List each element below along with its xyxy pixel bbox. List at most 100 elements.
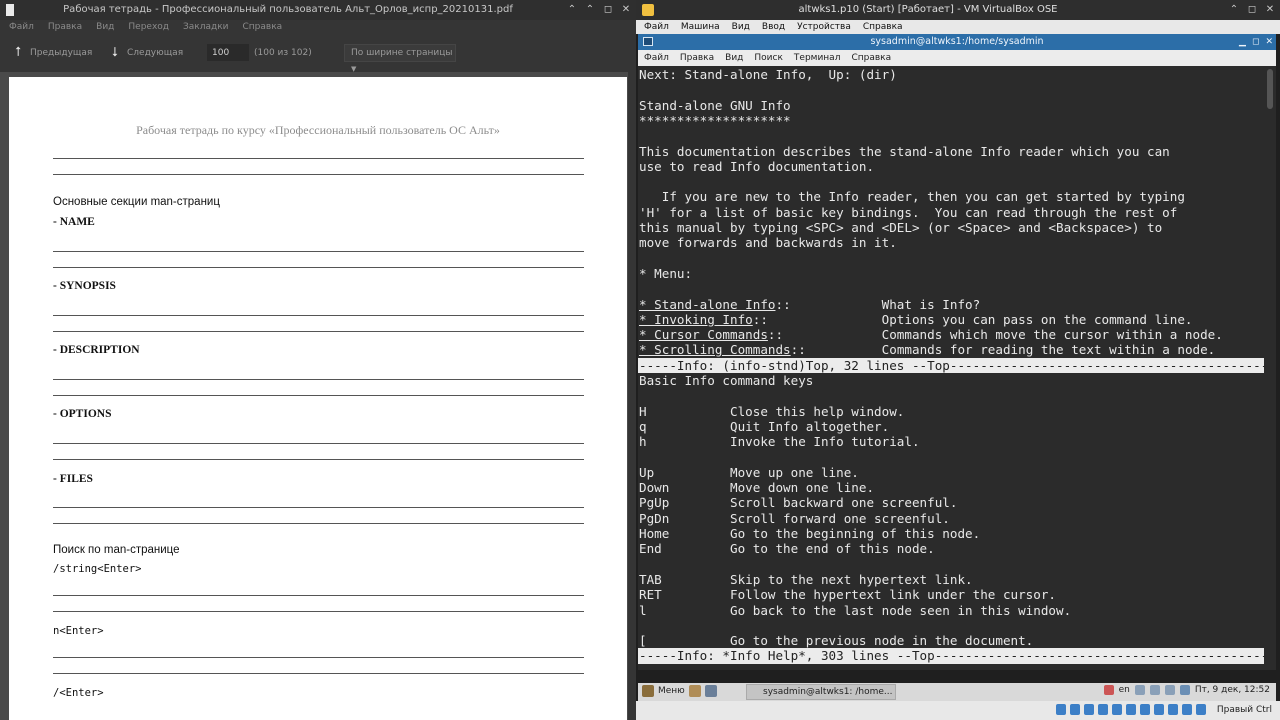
taskbar-task-terminal[interactable]: sysadmin@altwks1: /home... — [746, 684, 896, 700]
network-icon[interactable] — [1134, 685, 1145, 695]
info-menu-link[interactable]: * Invoking Info — [639, 312, 753, 327]
menu-bookmarks[interactable]: Закладки — [183, 20, 229, 34]
virtualbox-window: altwks1.p10 (Start) [Работает] - VM Virt… — [636, 0, 1280, 720]
menu-help[interactable]: Справка — [243, 20, 283, 34]
info-menu-link[interactable]: * Stand-alone Info — [639, 297, 775, 312]
recording-icon[interactable] — [1154, 704, 1164, 715]
info-menu-link[interactable]: * Scrolling Commands — [639, 342, 791, 357]
minimize-icon[interactable]: ⌃ — [1228, 0, 1240, 20]
terminal-line: use to read Info documentation. — [639, 158, 875, 174]
terminal-line: TAB Skip to the next hypertext link. — [639, 571, 973, 587]
maximize-icon[interactable]: ◻ — [1246, 0, 1258, 20]
info-menu-link[interactable]: * Cursor Commands — [639, 327, 768, 342]
start-menu-icon — [642, 685, 654, 697]
file-manager-icon[interactable] — [688, 685, 701, 697]
info-menu-entry[interactable]: * Invoking Info:: Options you can pass o… — [639, 312, 1193, 327]
terminal-screen[interactable]: Next: Stand-alone Info, Up: (dir) Stand-a… — [638, 66, 1264, 670]
terminal-line: Up Move up one line. — [639, 464, 859, 480]
section-item-description: - DESCRIPTION — [53, 344, 140, 356]
term-menu-file[interactable]: Файл — [644, 50, 669, 66]
blank-line — [53, 459, 584, 460]
info-help-status-line: -----Info: *Info Help*, 303 lines --Top-… — [638, 648, 1264, 664]
terminal-line: Next: Stand-alone Info, Up: (dir) — [639, 67, 897, 82]
blank-line — [53, 395, 584, 396]
usb-icon[interactable] — [1112, 704, 1122, 715]
display-icon[interactable] — [1140, 704, 1150, 715]
terminal-scrollbar[interactable] — [1264, 66, 1276, 670]
vbox-menu-help[interactable]: Справка — [863, 20, 903, 34]
audio-icon[interactable] — [1084, 704, 1094, 715]
page-number-input[interactable] — [207, 44, 249, 61]
minimize-icon[interactable]: ▁ — [1239, 34, 1246, 50]
term-menu-terminal[interactable]: Терминал — [794, 50, 841, 66]
zoom-select[interactable]: По ширине страницы ▼ — [344, 44, 456, 73]
blank-line — [53, 331, 584, 332]
scrollbar-thumb[interactable] — [1267, 69, 1273, 109]
volume-icon[interactable] — [1149, 685, 1160, 695]
terminal-line: 'H' for a list of basic key bindings. Yo… — [639, 204, 1178, 220]
terminal-line: l Go back to the last node seen in this … — [639, 602, 1072, 618]
next-page-button[interactable]: ⭣ Следующая — [109, 45, 183, 61]
vbox-menu-view[interactable]: Вид — [732, 20, 750, 34]
close-icon[interactable]: ✕ — [620, 0, 632, 20]
hard-disk-icon[interactable] — [1056, 704, 1066, 715]
maximize-icon[interactable]: ◻ — [1252, 34, 1259, 50]
terminal-line: move forwards and backwards in it. — [639, 235, 897, 251]
info-menu-entry[interactable]: * Cursor Commands:: Commands which move … — [639, 327, 1223, 342]
vbox-menu-input[interactable]: Ввод — [762, 20, 785, 34]
clock[interactable]: Пт, 9 дек, 12:52 — [1195, 685, 1270, 695]
terminal-line: [ Go to the previous node in the documen… — [639, 633, 1034, 649]
blank-line — [53, 443, 584, 444]
start-menu-button[interactable]: Меню — [642, 685, 717, 697]
terminal-line: This documentation describes the stand-a… — [639, 143, 1170, 159]
info-menu-separator: :: — [790, 342, 882, 358]
vbox-menu-file[interactable]: Файл — [644, 20, 669, 34]
pdf-scrollbar[interactable] — [628, 72, 636, 720]
terminal-line: PgUp Scroll backward one screenful. — [639, 495, 958, 511]
terminal-launcher-icon[interactable] — [704, 685, 717, 697]
pdf-document-area[interactable]: Рабочая тетрадь по курсу «Профессиональн… — [0, 72, 636, 720]
info-menu-entry[interactable]: * Stand-alone Info:: What is Info? — [639, 297, 980, 312]
menu-file[interactable]: Файл — [9, 20, 34, 34]
blank-line — [53, 379, 584, 380]
terminal-line: ******************** — [639, 112, 791, 128]
vbox-menu-machine[interactable]: Машина — [681, 20, 720, 34]
network-adapter-icon[interactable] — [1098, 704, 1108, 715]
keyboard-capture-icon[interactable] — [1196, 704, 1206, 715]
page-header: Рабочая тетрадь по курсу «Профессиональн… — [136, 123, 500, 137]
blank-line — [53, 267, 584, 268]
term-menu-search[interactable]: Поиск — [754, 50, 783, 66]
menu-view[interactable]: Вид — [96, 20, 114, 34]
terminal-line: Down Move down one line. — [639, 480, 875, 496]
vbox-menu-devices[interactable]: Устройства — [797, 20, 851, 34]
notification-icon[interactable] — [1103, 685, 1114, 695]
term-menu-view[interactable]: Вид — [725, 50, 743, 66]
term-menu-help[interactable]: Справка — [851, 50, 891, 66]
pdf-toolbar: ⭡ Предыдущая ⭣ Следующая (100 из 102) По… — [0, 34, 636, 73]
close-icon[interactable]: ✕ — [1265, 34, 1273, 50]
menu-edit[interactable]: Правка — [48, 20, 82, 34]
vbox-status-bar: Правый Ctrl — [636, 701, 1280, 720]
guest-taskbar: Меню sysadmin@altwks1: /home... en Пт, 9… — [638, 683, 1276, 701]
menu-go[interactable]: Переход — [128, 20, 169, 34]
cpu-icon[interactable] — [1168, 704, 1178, 715]
terminal-line: Home Go to the beginning of this node. — [639, 526, 981, 541]
pdf-window-title: Рабочая тетрадь - Профессиональный польз… — [63, 4, 513, 15]
info-menu-description: Options you can pass on the command line… — [881, 311, 1193, 327]
info-menu-entry[interactable]: * Scrolling Commands:: Commands for read… — [639, 342, 1215, 357]
arrow-down-icon: ⭣ — [111, 45, 119, 60]
terminal-window-controls: ▁ ◻ ✕ — [1239, 34, 1273, 50]
optical-drive-icon[interactable] — [1070, 704, 1080, 715]
search-command: /string<Enter> — [53, 563, 142, 575]
update-icon[interactable] — [1179, 685, 1190, 695]
previous-page-button[interactable]: ⭡ Предыдущая — [12, 45, 92, 61]
keyboard-layout[interactable]: en — [1119, 685, 1130, 695]
mouse-integration-icon[interactable] — [1182, 704, 1192, 715]
term-menu-edit[interactable]: Правка — [680, 50, 714, 66]
shared-folders-icon[interactable] — [1126, 704, 1136, 715]
close-icon[interactable]: ✕ — [1264, 0, 1276, 20]
maximize-icon[interactable]: ⌃ — [584, 0, 596, 20]
restore-icon[interactable]: ◻ — [602, 0, 614, 20]
minimize-icon[interactable]: ⌃ — [566, 0, 578, 20]
clipboard-icon[interactable] — [1164, 685, 1175, 695]
